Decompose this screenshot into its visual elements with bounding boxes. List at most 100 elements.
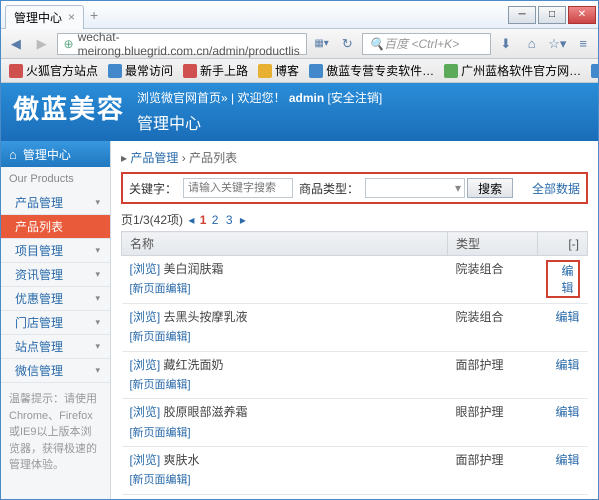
bookmark-star-icon[interactable]: ☆▾ <box>547 33 569 55</box>
view-site-link[interactable]: 浏览微官网首页» <box>137 91 228 105</box>
product-name: 藏红洗面奶 <box>164 358 224 372</box>
edit-newpage-link[interactable]: [新页面编辑] <box>130 379 191 391</box>
menu-icon[interactable]: ▦▾ <box>311 33 333 55</box>
page-1[interactable]: 1 <box>200 213 207 227</box>
nav-back-icon[interactable]: ◀ <box>5 33 27 55</box>
browser-tab[interactable]: 管理中心 × <box>5 5 84 29</box>
sidebar-item-site-mgmt[interactable]: 站点管理▾ <box>1 335 110 359</box>
sidebar-item-wechat-mgmt[interactable]: 微信管理▾ <box>1 359 110 383</box>
header-title: 管理中心 <box>137 110 382 134</box>
view-link[interactable]: [浏览] <box>130 310 161 324</box>
bookmark-item[interactable]: 最常访问 <box>104 60 177 81</box>
edit-newpage-link[interactable]: [新页面编辑] <box>130 331 191 343</box>
edit-newpage-link[interactable]: [新页面编辑] <box>130 474 191 486</box>
bookmark-item[interactable]: 新手上路 <box>179 60 252 81</box>
download-icon[interactable]: ⬇ <box>495 33 517 55</box>
chevron-down-icon: ▾ <box>95 293 100 304</box>
crumb-current: 产品列表 <box>189 151 237 165</box>
product-type: 面部护理 <box>448 351 538 399</box>
sidebar-item-project-mgmt[interactable]: 项目管理▾ <box>1 239 110 263</box>
table-row: [浏览] 去黑头按摩乳液[新页面编辑]院装组合编辑 <box>122 303 588 351</box>
keyword-input[interactable] <box>183 178 293 198</box>
chevron-down-icon: ▾ <box>95 317 100 328</box>
window-close-button[interactable]: ✕ <box>568 6 596 24</box>
home-icon[interactable]: ⌂ <box>521 33 543 55</box>
crumb-parent[interactable]: 产品管理 <box>130 151 178 165</box>
breadcrumb: ▸ 产品管理 › 产品列表 <box>121 149 588 166</box>
sidebar-subtitle: Our Products <box>1 167 110 191</box>
bookmark-icon <box>444 64 458 78</box>
page-next[interactable]: ▸ <box>240 213 246 227</box>
app-header: 傲蓝美容 浏览微官网首页» | 欢迎您！ admin [安全注销] 管理中心 <box>1 83 598 141</box>
edit-link[interactable]: 编辑 <box>555 310 579 324</box>
col-op[interactable]: [-] <box>538 232 588 256</box>
product-type: 院装组合 <box>448 256 538 304</box>
sidebar-item-store-mgmt[interactable]: 门店管理▾ <box>1 311 110 335</box>
page-3[interactable]: 3 <box>226 213 233 227</box>
pager: 页1/3(42项) ◂ 1 2 3 ▸ <box>121 208 588 231</box>
sidebar-item-product-list[interactable]: 产品列表 <box>1 215 110 239</box>
sidebar-tip: 温馨提示：请使用Chrome、Firefox或IE9以上版本浏览器，获得极速的管… <box>1 383 110 482</box>
logout-link[interactable]: [安全注销] <box>328 91 383 105</box>
edit-link[interactable]: 编辑 <box>546 281 580 295</box>
chevron-down-icon: ▾ <box>95 365 100 376</box>
edit-link[interactable]: 编辑 <box>555 358 579 372</box>
bookmark-item[interactable]: 火狐官方站点 <box>5 60 102 81</box>
bookmark-icon <box>183 64 197 78</box>
table-row: [浏览] 蚕丝面膜[新页面编辑]面膜产品编辑 <box>122 494 588 499</box>
bookmark-item[interactable]: 傲蓝专营专卖软件… <box>305 60 438 81</box>
table-row: [浏览] 藏红洗面奶 [新页面编辑] 面部护理 编辑 <box>122 351 588 399</box>
edit-link[interactable]: 编辑 <box>555 405 579 419</box>
product-name: 胶原眼部滋养霜 <box>164 405 248 419</box>
bookmark-item[interactable]: 博客 <box>254 60 303 81</box>
folder-icon: ▸ <box>121 151 127 165</box>
product-name: 爽肤水 <box>164 453 200 467</box>
tab-close-icon[interactable]: × <box>68 10 75 24</box>
window-maximize-button[interactable]: □ <box>538 6 566 24</box>
view-link[interactable]: [浏览] <box>130 453 161 467</box>
edit-newpage-link[interactable]: [新页面编辑] <box>130 427 191 439</box>
current-user: admin <box>289 91 324 105</box>
home-icon: ⌂ <box>9 147 17 162</box>
type-select[interactable] <box>365 178 465 198</box>
view-link[interactable]: [浏览] <box>130 262 161 276</box>
edit-link[interactable]: 编辑 <box>555 453 579 467</box>
product-type: 面膜产品 <box>448 494 538 499</box>
window-minimize-button[interactable]: ─ <box>508 6 536 24</box>
chevron-down-icon: ▾ <box>95 245 100 256</box>
page-prev[interactable]: ◂ <box>188 213 194 227</box>
product-type: 眼部护理 <box>448 399 538 447</box>
bookmark-icon <box>108 64 122 78</box>
sidebar-item-product-mgmt[interactable]: 产品管理▾ <box>1 191 110 215</box>
view-link[interactable]: [浏览] <box>130 358 161 372</box>
tab-title: 管理中心 <box>14 9 62 26</box>
hamburger-icon[interactable]: ≡ <box>572 33 594 55</box>
url-text: wechat-meirong.bluegrid.com.cn/admin/pro… <box>78 30 300 58</box>
bookmark-item[interactable]: 广州蓝格软件官方网… <box>440 60 585 81</box>
nav-forward-icon: ▶ <box>31 33 53 55</box>
search-button[interactable]: 搜索 <box>467 178 513 198</box>
bookmark-icon <box>258 64 272 78</box>
product-type: 面部护理 <box>448 447 538 495</box>
view-link[interactable]: [浏览] <box>130 405 161 419</box>
chevron-down-icon: ▾ <box>95 269 100 280</box>
col-type: 类型 <box>448 232 538 256</box>
bookmarks-bar: 火狐官方站点 最常访问 新手上路 博客 傲蓝专营专卖软件… 广州蓝格软件官方网…… <box>1 59 598 83</box>
keyword-label: 关键字： <box>129 180 177 197</box>
new-tab-icon[interactable]: + <box>90 7 98 23</box>
search-box[interactable]: 🔍 百度 <Ctrl+K> <box>362 33 491 55</box>
bookmark-icon <box>309 64 323 78</box>
edit-newpage-link[interactable]: [新页面编辑] <box>130 283 191 295</box>
col-name: 名称 <box>122 232 448 256</box>
reload-icon[interactable]: ↻ <box>336 33 358 55</box>
sidebar-item-news-mgmt[interactable]: 资讯管理▾ <box>1 263 110 287</box>
chevron-down-icon: ▾ <box>95 197 100 208</box>
table-row: [浏览] 美白润肤霜[新页面编辑]院装组合编辑 <box>122 256 588 304</box>
address-bar[interactable]: ⊕ wechat-meirong.bluegrid.com.cn/admin/p… <box>57 33 307 55</box>
chevron-down-icon: ▾ <box>95 341 100 352</box>
page-2[interactable]: 2 <box>212 213 219 227</box>
sidebar-item-promo-mgmt[interactable]: 优惠管理▾ <box>1 287 110 311</box>
all-data-link[interactable]: 全部数据 <box>532 180 580 197</box>
bookmark-item[interactable]: 蓝格美容院管理软件… <box>587 60 598 81</box>
chevron-down-icon[interactable]: ▾ <box>455 181 461 195</box>
